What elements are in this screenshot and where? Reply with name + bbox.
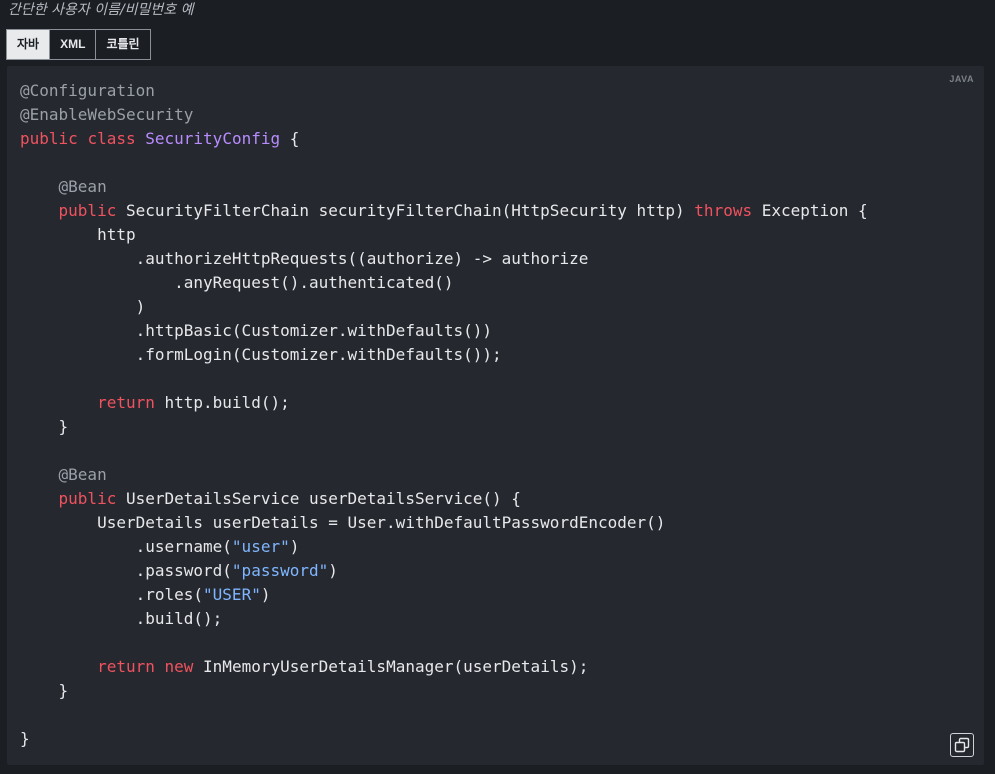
code-token-keyword: public	[20, 129, 78, 148]
code-token-string: "user"	[231, 537, 290, 556]
code-token-annotation: @Bean	[58, 465, 107, 484]
code-token-plain: SecurityFilterChain securityFilterChain(…	[116, 201, 695, 220]
code-token-keyword: throws	[694, 201, 753, 220]
code-token-plain: {	[280, 129, 300, 148]
code-example-caption: 간단한 사용자 이름/비밀번호 예	[8, 2, 194, 18]
tab-kotlin[interactable]: 코틀린	[96, 29, 151, 60]
code-token-string: "USER"	[203, 585, 261, 604]
code-line: )	[20, 295, 868, 319]
code-line: UserDetails userDetails = User.withDefau…	[20, 511, 868, 535]
code-token-annotation: @EnableWebSecurity	[20, 105, 194, 124]
code-token-plain: )	[289, 537, 300, 556]
code-token-keyword: public	[58, 201, 117, 220]
code-line: .password("password")	[20, 559, 868, 583]
code-token-plain: }	[20, 729, 30, 748]
code-token-plain: Exception {	[752, 201, 868, 220]
code-line: @EnableWebSecurity	[20, 103, 868, 127]
code-token-plain: .roles(	[20, 585, 204, 604]
code-token-plain: }	[20, 417, 69, 436]
code-token-plain: .formLogin(Customizer.withDefaults());	[20, 345, 502, 364]
code-token-plain: .password(	[20, 561, 232, 580]
code-token-class: SecurityConfig	[145, 129, 281, 148]
code-line: public SecurityFilterChain securityFilte…	[20, 199, 868, 223]
code-line: http	[20, 223, 868, 247]
code-token-plain: UserDetailsService userDetailsService() …	[116, 489, 521, 508]
code-token-keyword: return	[97, 393, 155, 412]
code-line: .authorizeHttpRequests((authorize) -> au…	[20, 247, 868, 271]
code-token-plain: InMemoryUserDetailsManager(userDetails);	[193, 657, 589, 676]
language-label: JAVA	[949, 74, 974, 84]
code-line: @Configuration	[20, 79, 868, 103]
code-content: @Configuration @EnableWebSecurity public c…	[20, 79, 868, 751]
code-token-plain: )	[260, 585, 271, 604]
code-line: @Bean	[20, 175, 868, 199]
code-token-keyword: class	[87, 129, 136, 148]
code-token-plain: http.build();	[154, 393, 290, 412]
code-token-plain: }	[20, 681, 69, 700]
code-token-plain: )	[328, 561, 338, 580]
code-line: return new InMemoryUserDetailsManager(us…	[20, 655, 868, 679]
code-token-plain: .authorizeHttpRequests((authorize) -> au…	[20, 249, 589, 268]
code-token-plain: )	[20, 297, 146, 316]
code-line: .anyRequest().authenticated()	[20, 271, 868, 295]
code-block: JAVA @Configuration @EnableWebSecurity pub…	[7, 66, 984, 765]
code-token-plain: .username(	[20, 537, 232, 556]
code-token-keyword: return	[97, 657, 155, 676]
code-line: .roles("USER")	[20, 583, 868, 607]
code-line: }	[20, 679, 868, 703]
code-token-plain: UserDetails userDetails = User.withDefau…	[20, 513, 666, 532]
code-token-annotation: @Configuration	[20, 81, 155, 100]
code-token-annotation: @Bean	[58, 177, 107, 196]
code-token-keyword: new	[164, 657, 194, 676]
code-token-plain: .build();	[20, 609, 223, 628]
tab-xml[interactable]: XML	[50, 29, 97, 60]
copy-icon	[954, 737, 970, 753]
code-token-plain: .anyRequest().authenticated()	[20, 273, 454, 292]
language-tabs: 자바 XML 코틀린	[6, 29, 151, 60]
code-token-keyword: public	[58, 489, 117, 508]
code-token-string: "password"	[231, 561, 329, 580]
code-line: .build();	[20, 607, 868, 631]
code-line: .httpBasic(Customizer.withDefaults())	[20, 319, 868, 343]
code-line: .username("user")	[20, 535, 868, 559]
code-line: }	[20, 415, 868, 439]
code-line: return http.build();	[20, 391, 868, 415]
code-token-plain: http	[20, 225, 136, 244]
code-line: public class SecurityConfig {	[20, 127, 868, 151]
copy-button[interactable]	[950, 733, 974, 757]
code-line: public UserDetailsService userDetailsSer…	[20, 487, 868, 511]
code-line: }	[20, 727, 868, 751]
code-line: .formLogin(Customizer.withDefaults());	[20, 343, 868, 367]
code-token-plain: .httpBasic(Customizer.withDefaults())	[20, 321, 493, 340]
tab-java[interactable]: 자바	[6, 29, 51, 60]
code-line: @Bean	[20, 463, 868, 487]
